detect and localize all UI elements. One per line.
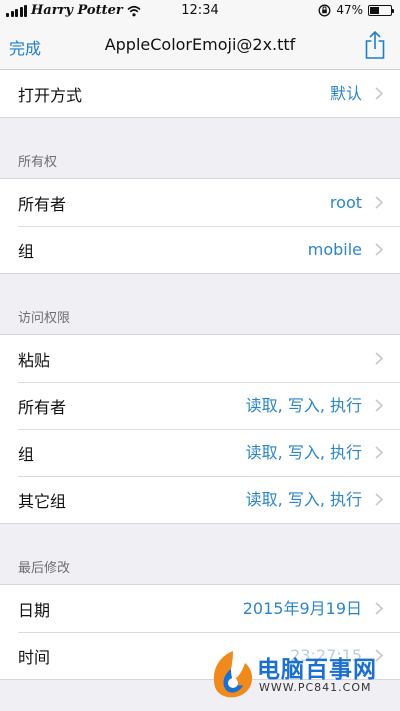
owner-label: 所有者 — [18, 194, 67, 214]
chevron-right-icon — [375, 493, 383, 506]
date-label: 日期 — [18, 600, 51, 620]
permission-others-row[interactable]: 其它组 读取, 写入, 执行 — [0, 476, 400, 523]
done-button[interactable]: 完成 — [9, 35, 41, 59]
ownership-owner-row[interactable]: 所有者 root — [0, 179, 400, 226]
ownership-section-header: 所有权 — [0, 118, 400, 178]
permission-others-value: 读取, 写入, 执行 — [245, 490, 362, 509]
ownership-group: 所有者 root 组 mobile — [0, 178, 400, 274]
permissions-header: 访问权限 — [18, 311, 71, 326]
date-value: 2015年9月19日 — [242, 599, 362, 618]
chevron-right-icon — [375, 87, 383, 100]
permission-group-value: 读取, 写入, 执行 — [245, 443, 362, 462]
battery-level — [370, 6, 379, 14]
permissions-section-header: 访问权限 — [0, 274, 400, 334]
time-label: 时间 — [18, 647, 51, 667]
permissions-group: 粘贴 所有者 读取, 写入, 执行 组 读取, 写入, 执行 其它组 读取, 写… — [0, 334, 400, 524]
navigation-bar: 完成 AppleColorEmoji@2x.ttf — [0, 22, 400, 70]
group-value: mobile — [307, 240, 362, 259]
permission-others-label: 其它组 — [18, 491, 67, 511]
watermark-name: 电脑百事网 — [257, 657, 377, 683]
permission-owner-label: 所有者 — [18, 397, 67, 417]
paste-label: 粘贴 — [18, 350, 51, 370]
permission-owner-value: 读取, 写入, 执行 — [245, 396, 362, 415]
watermark: 电脑百事网 WWW.PC841.COM — [207, 647, 392, 703]
chevron-right-icon — [375, 446, 383, 459]
ownership-header: 所有权 — [18, 155, 58, 170]
permission-owner-row[interactable]: 所有者 读取, 写入, 执行 — [0, 382, 400, 429]
group-label: 组 — [18, 241, 35, 261]
open-with-label: 打开方式 — [18, 85, 83, 105]
watermark-logo-icon — [213, 651, 253, 698]
chevron-right-icon — [375, 352, 383, 365]
battery-icon — [368, 4, 394, 16]
page-title: AppleColorEmoji@2x.ttf — [104, 35, 296, 54]
chevron-right-icon — [375, 602, 383, 615]
status-bar: Harry Potter 12:34 47% — [0, 0, 400, 22]
file-info-table: 打开方式 默认 所有权 所有者 root 组 mobile 访问权限 粘贴 所有… — [0, 70, 400, 680]
chevron-right-icon — [375, 399, 383, 412]
ownership-group-row[interactable]: 组 mobile — [0, 226, 400, 273]
modified-section-header: 最后修改 — [0, 524, 400, 584]
owner-value: root — [329, 193, 362, 212]
date-row[interactable]: 日期 2015年9月19日 — [0, 585, 400, 632]
share-icon[interactable] — [364, 30, 386, 60]
permission-group-label: 组 — [18, 444, 35, 464]
open-with-row[interactable]: 打开方式 默认 — [0, 70, 400, 117]
open-with-value: 默认 — [329, 84, 362, 103]
chevron-right-icon — [375, 196, 383, 209]
modified-header: 最后修改 — [18, 561, 71, 576]
status-right: 47% — [318, 3, 394, 17]
chevron-right-icon — [375, 243, 383, 256]
permission-group-row[interactable]: 组 读取, 写入, 执行 — [0, 429, 400, 476]
watermark-url: WWW.PC841.COM — [259, 681, 372, 694]
open-with-group: 打开方式 默认 — [0, 70, 400, 118]
rotation-lock-icon — [318, 4, 331, 16]
paste-row[interactable]: 粘贴 — [0, 335, 400, 382]
battery-percent: 47% — [336, 3, 363, 17]
